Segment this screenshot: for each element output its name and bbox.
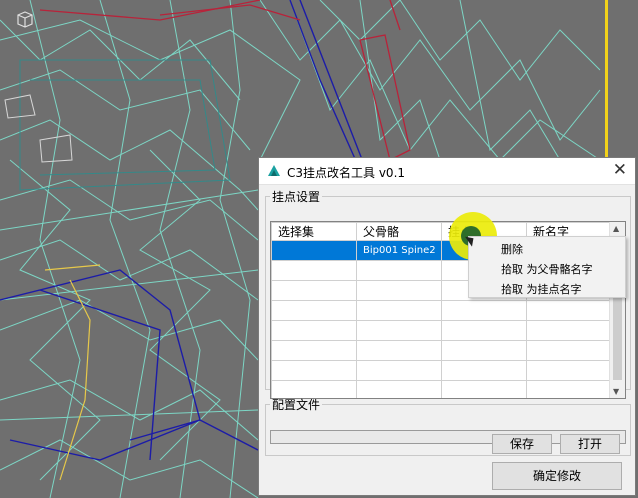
column-header-parent-bone[interactable]: 父骨骼 (356, 222, 442, 241)
column-header-selection-set[interactable]: 选择集 (271, 222, 357, 241)
points-settings-legend: 挂点设置 (272, 190, 321, 204)
app-icon (267, 164, 281, 178)
save-button[interactable]: 保存 (492, 434, 552, 454)
cell-parent-bone[interactable]: Bip001 Spine2 (356, 240, 442, 261)
close-icon[interactable]: ✕ (613, 160, 627, 180)
scroll-down-arrow-icon[interactable]: ▼ (613, 387, 619, 396)
rename-tool-dialog: C3挂点改名工具 v0.1 ✕ 挂点设置 选择集 父骨骼 挂点 新名字 Bip0… (258, 157, 636, 496)
viewcube-icon[interactable] (15, 10, 35, 28)
table-row[interactable] (271, 320, 612, 341)
table-row[interactable] (271, 300, 612, 321)
confirm-rename-button[interactable]: 确定修改 (492, 462, 622, 490)
context-menu: 删除 拾取 为父骨骼名字 拾取 为挂点名字 (468, 236, 626, 298)
cell-selection-set[interactable] (271, 240, 357, 261)
open-button[interactable]: 打开 (560, 434, 620, 454)
viewport-active-border (605, 0, 608, 165)
dialog-title: C3挂点改名工具 v0.1 (287, 166, 406, 180)
menu-item-pick-attach-point-name[interactable]: 拾取 为挂点名字 (501, 281, 582, 297)
table-row[interactable] (271, 360, 612, 381)
menu-item-pick-parent-bone-name[interactable]: 拾取 为父骨骼名字 (501, 261, 593, 277)
menu-item-delete[interactable]: 删除 (501, 241, 523, 257)
title-bar[interactable]: C3挂点改名工具 v0.1 ✕ (259, 158, 635, 185)
config-file-legend: 配置文件 (272, 398, 321, 412)
table-row[interactable] (271, 340, 612, 361)
scroll-up-arrow-icon[interactable]: ▲ (613, 224, 619, 233)
